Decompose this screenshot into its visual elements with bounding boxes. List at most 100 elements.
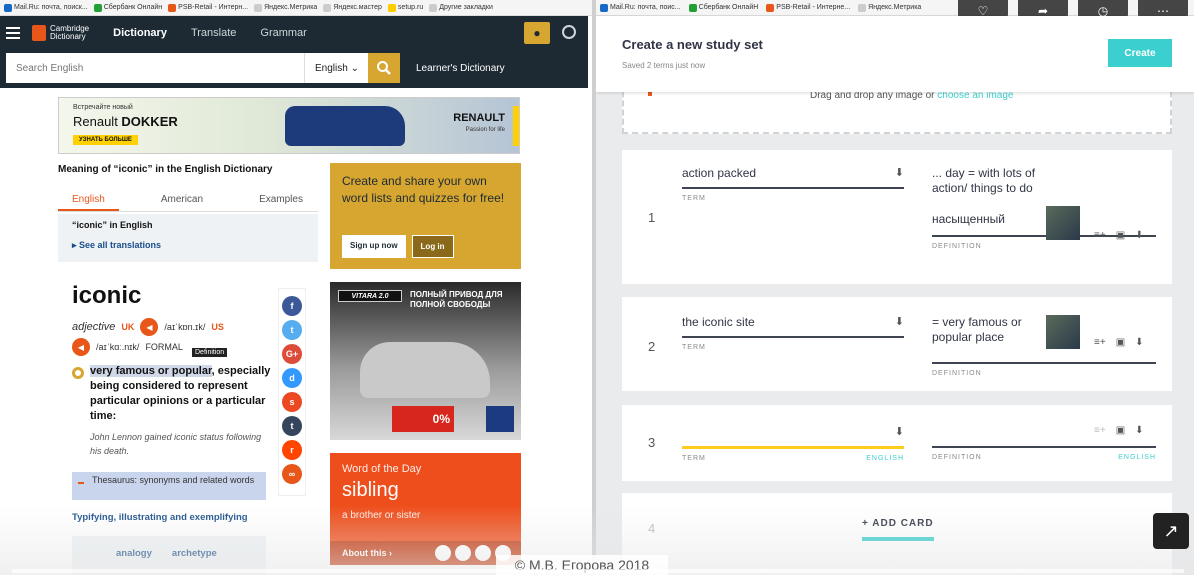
bookmark[interactable]: PSB-Retail - Интерне... <box>766 3 850 12</box>
bookmark[interactable]: PSB-Retail - Интерн... <box>168 3 248 12</box>
bookmark[interactable]: Сбербанк ОнлайН <box>688 3 758 12</box>
bookmark[interactable]: Яндекс.Метрика <box>858 3 921 12</box>
term-value[interactable] <box>682 425 904 440</box>
translation-value[interactable]: насыщенный <box>932 212 1156 227</box>
nav-translate[interactable]: Translate <box>191 27 236 39</box>
definition-value[interactable]: = very famous or popular place <box>932 315 1042 345</box>
microphone-icon[interactable]: ⬇ <box>895 315 904 328</box>
microphone-icon[interactable]: ⬇ <box>895 425 904 438</box>
nav-dictionary[interactable]: Dictionary <box>113 27 167 39</box>
term-value[interactable]: the iconic site <box>682 315 904 330</box>
google-plus-icon[interactable] <box>475 545 491 561</box>
term-field[interactable]: action packed ⬇ TERM <box>682 166 904 202</box>
menu-icon[interactable] <box>6 27 20 39</box>
thesaurus-link[interactable]: Thesaurus: synonyms and related words <box>72 472 266 500</box>
tumblr-icon[interactable]: t <box>282 416 302 436</box>
create-button[interactable]: Create <box>1108 39 1172 67</box>
ad-cta-button[interactable]: УЗНАТЬ БОЛЬШЕ <box>73 135 138 145</box>
term-label: TERM <box>682 195 706 202</box>
add-image-icon[interactable]: ≡+ <box>1094 425 1106 436</box>
renault-ad[interactable]: Встречайте новый Renault DOKKER УЗНАТЬ Б… <box>58 97 520 154</box>
typifying-link[interactable]: Typifying, illustrating and exemplifying <box>72 512 248 523</box>
bookmark[interactable]: Mail.Ru: почта, поис... <box>600 3 681 12</box>
delicious-icon[interactable]: d <box>282 368 302 388</box>
card-image[interactable] <box>1046 206 1080 240</box>
term-value[interactable]: action packed <box>682 166 904 181</box>
microphone-icon[interactable]: ⬇ <box>1135 230 1143 241</box>
nav-grammar[interactable]: Grammar <box>260 27 306 39</box>
expand-icon[interactable]: ↗ <box>1153 513 1189 549</box>
language-select[interactable]: English ⌄ <box>304 53 368 83</box>
translation-heading: “iconic” in English <box>72 220 153 230</box>
image-icon[interactable]: ▣ <box>1116 425 1125 436</box>
bookmark[interactable]: Mail.Ru: почта, поиск... <box>4 3 88 12</box>
google-plus-icon[interactable]: G+ <box>282 344 302 364</box>
add-card-row: 4 + ADD CARD <box>622 493 1172 575</box>
add-card-button[interactable]: + ADD CARD <box>862 518 934 529</box>
globe-icon[interactable] <box>562 25 576 39</box>
term-card-1: 1 action packed ⬇ TERM ... day = with lo… <box>622 150 1172 284</box>
bookmark[interactable]: setup.ru <box>387 3 423 12</box>
uk-label: UK <box>121 322 135 332</box>
card-tools: ≡+ ▣ ⬇ <box>1094 425 1144 436</box>
top-nav: Cambridge Dictionary Dictionary Translate… <box>0 16 588 50</box>
image-icon[interactable]: ▣ <box>1116 337 1125 348</box>
term-field[interactable]: the iconic site ⬇ TERM <box>682 315 904 351</box>
tab-examples[interactable]: Examples <box>245 192 317 211</box>
us-label: US <box>211 322 224 332</box>
promo-buttons: Sign up now Log in <box>342 235 454 258</box>
facebook-icon[interactable] <box>435 545 451 561</box>
wotd-word[interactable]: sibling <box>342 479 509 502</box>
tab-english[interactable]: English <box>58 192 119 211</box>
cambridge-logo[interactable]: Cambridge Dictionary <box>32 25 89 41</box>
term-field[interactable]: ⬇ TERM ENGLISH <box>682 425 904 462</box>
bookmark[interactable]: Яндекс.Метрика <box>254 3 317 12</box>
search-icon <box>377 61 391 75</box>
english-label[interactable]: ENGLISH <box>1118 454 1156 461</box>
log-in-button[interactable]: Log in <box>411 235 454 258</box>
add-image-icon[interactable]: ≡+ <box>1094 230 1106 241</box>
reddit-icon[interactable]: r <box>282 440 302 460</box>
card-number: 4 <box>648 521 656 536</box>
wordlist-promo: Create and share your own word lists and… <box>330 163 521 269</box>
headword: iconic <box>72 282 142 309</box>
add-image-icon[interactable]: ≡+ <box>1094 337 1106 348</box>
see-all-translations-link[interactable]: ▸ See all translations <box>72 240 304 251</box>
bookmark[interactable]: Сбербанк Онлайн <box>93 3 162 12</box>
english-label[interactable]: ENGLISH <box>866 455 904 462</box>
video-progress-bar[interactable] <box>12 569 1184 573</box>
ad-headline: ПОЛНЫЙ ПРИВОД ДЛЯ ПОЛНОЙ СВОБОДЫ <box>410 290 503 309</box>
learners-dictionary-link[interactable]: Learner's Dictionary <box>416 63 505 74</box>
definition-value[interactable]: ... day = with lots of action/ things to… <box>932 166 1042 196</box>
microphone-icon[interactable]: ⬇ <box>1135 425 1143 436</box>
speaker-icon[interactable]: ◀ <box>72 338 90 356</box>
facebook-icon[interactable]: f <box>282 296 302 316</box>
speaker-icon[interactable]: ◀ <box>140 318 159 336</box>
image-icon[interactable]: ▣ <box>1116 230 1125 241</box>
shield-icon <box>32 25 46 41</box>
sign-up-button[interactable]: Sign up now <box>342 235 406 258</box>
user-icon[interactable]: ● <box>524 22 550 44</box>
search-row: English ⌄ Learner's Dictionary <box>6 52 586 84</box>
link-icon[interactable]: ∞ <box>282 464 302 484</box>
dash-icon <box>78 482 84 484</box>
marker-icon <box>648 92 652 96</box>
search-button[interactable] <box>368 53 400 83</box>
microphone-icon[interactable]: ⬇ <box>1135 337 1143 348</box>
bookmark[interactable]: Яндекс.мастер <box>323 3 382 12</box>
bookmark[interactable]: Другие закладки <box>429 3 493 12</box>
twitter-icon[interactable] <box>455 545 471 561</box>
save-status: Saved 2 terms just now <box>622 61 706 70</box>
microphone-icon[interactable]: ⬇ <box>895 166 904 179</box>
add-card-underline <box>862 537 934 541</box>
about-this-link[interactable]: About this › <box>342 548 392 558</box>
ad-line1: Встречайте новый <box>73 104 133 111</box>
search-input[interactable] <box>6 53 304 83</box>
card-tools: ≡+ ▣ ⬇ <box>1094 230 1144 241</box>
suzuki-ad[interactable]: VITARA 2.0 ПОЛНЫЙ ПРИВОД ДЛЯ ПОЛНОЙ СВОБ… <box>330 282 521 440</box>
twitter-icon[interactable]: t <box>282 320 302 340</box>
tab-american[interactable]: American <box>147 192 217 211</box>
card-image[interactable] <box>1046 315 1080 349</box>
definition: very famous or popular, especially being… <box>72 364 272 424</box>
stumbleupon-icon[interactable]: s <box>282 392 302 412</box>
